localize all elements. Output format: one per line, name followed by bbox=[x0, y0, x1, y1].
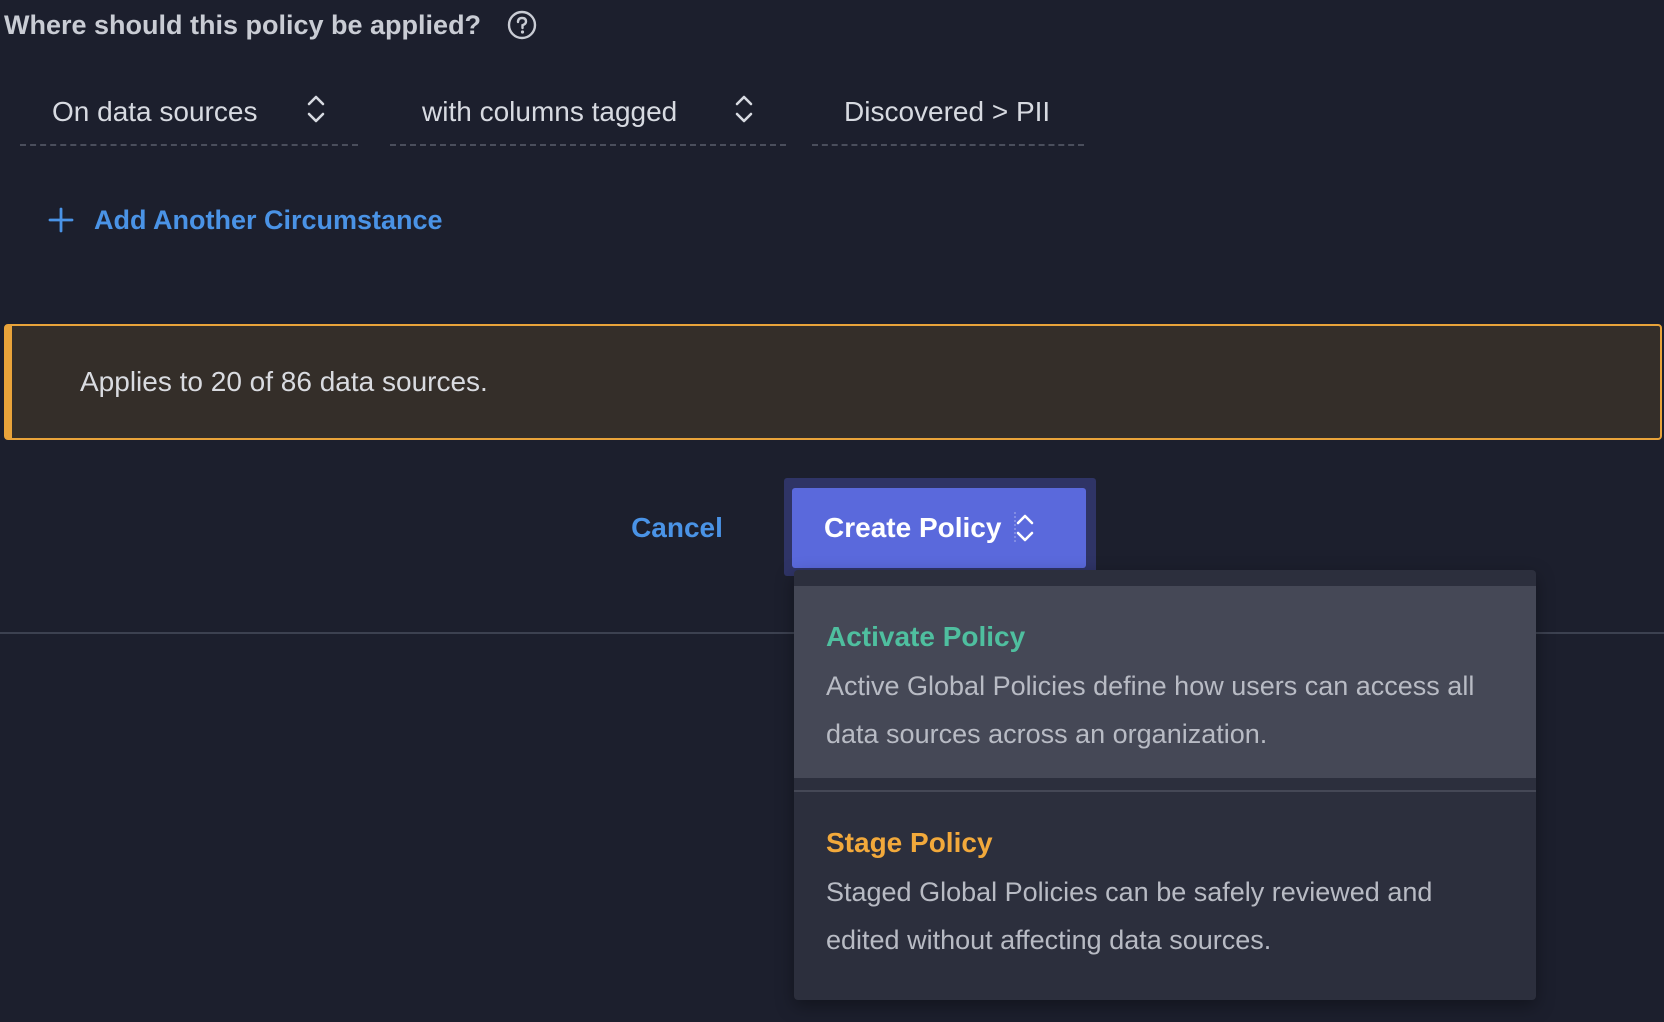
policy-scope-question: Where should this policy be applied? bbox=[4, 8, 537, 42]
applies-to-text: Applies to 20 of 86 data sources. bbox=[80, 366, 488, 397]
scope-select-value: On data sources bbox=[52, 96, 258, 127]
menu-item-stage-policy[interactable]: Stage Policy Staged Global Policies can … bbox=[794, 792, 1536, 992]
tag-select[interactable]: Discovered > PII bbox=[812, 80, 1084, 146]
question-text: Where should this policy be applied? bbox=[4, 9, 482, 40]
condition-select-value: with columns tagged bbox=[422, 96, 678, 127]
add-circumstance-label: Add Another Circumstance bbox=[94, 204, 443, 235]
scope-select[interactable]: On data sources bbox=[20, 80, 358, 146]
chevron-up-down-icon bbox=[735, 95, 753, 123]
condition-select[interactable]: with columns tagged bbox=[390, 80, 786, 146]
chevron-up-down-icon bbox=[1014, 512, 1034, 544]
create-policy-button[interactable]: Create Policy bbox=[792, 488, 1086, 568]
stage-policy-description: Staged Global Policies can be safely rev… bbox=[826, 877, 1433, 955]
help-circle-icon[interactable] bbox=[507, 10, 537, 40]
activate-policy-title: Activate Policy bbox=[826, 621, 1026, 652]
stage-policy-title: Stage Policy bbox=[826, 827, 993, 858]
menu-item-activate-policy[interactable]: Activate Policy Active Global Policies d… bbox=[794, 586, 1536, 778]
create-policy-menu: Activate Policy Active Global Policies d… bbox=[794, 570, 1536, 1000]
create-policy-label: Create Policy bbox=[824, 512, 1002, 543]
cancel-button[interactable]: Cancel bbox=[612, 504, 742, 552]
applies-to-banner: Applies to 20 of 86 data sources. bbox=[4, 324, 1662, 440]
activate-policy-description: Active Global Policies define how users … bbox=[826, 671, 1475, 749]
tag-select-value: Discovered > PII bbox=[844, 96, 1051, 127]
create-policy-focus-ring: Create Policy bbox=[784, 478, 1096, 576]
plus-icon bbox=[48, 207, 74, 233]
add-circumstance-button[interactable]: Add Another Circumstance bbox=[48, 200, 443, 240]
chevron-up-down-icon bbox=[307, 95, 325, 123]
